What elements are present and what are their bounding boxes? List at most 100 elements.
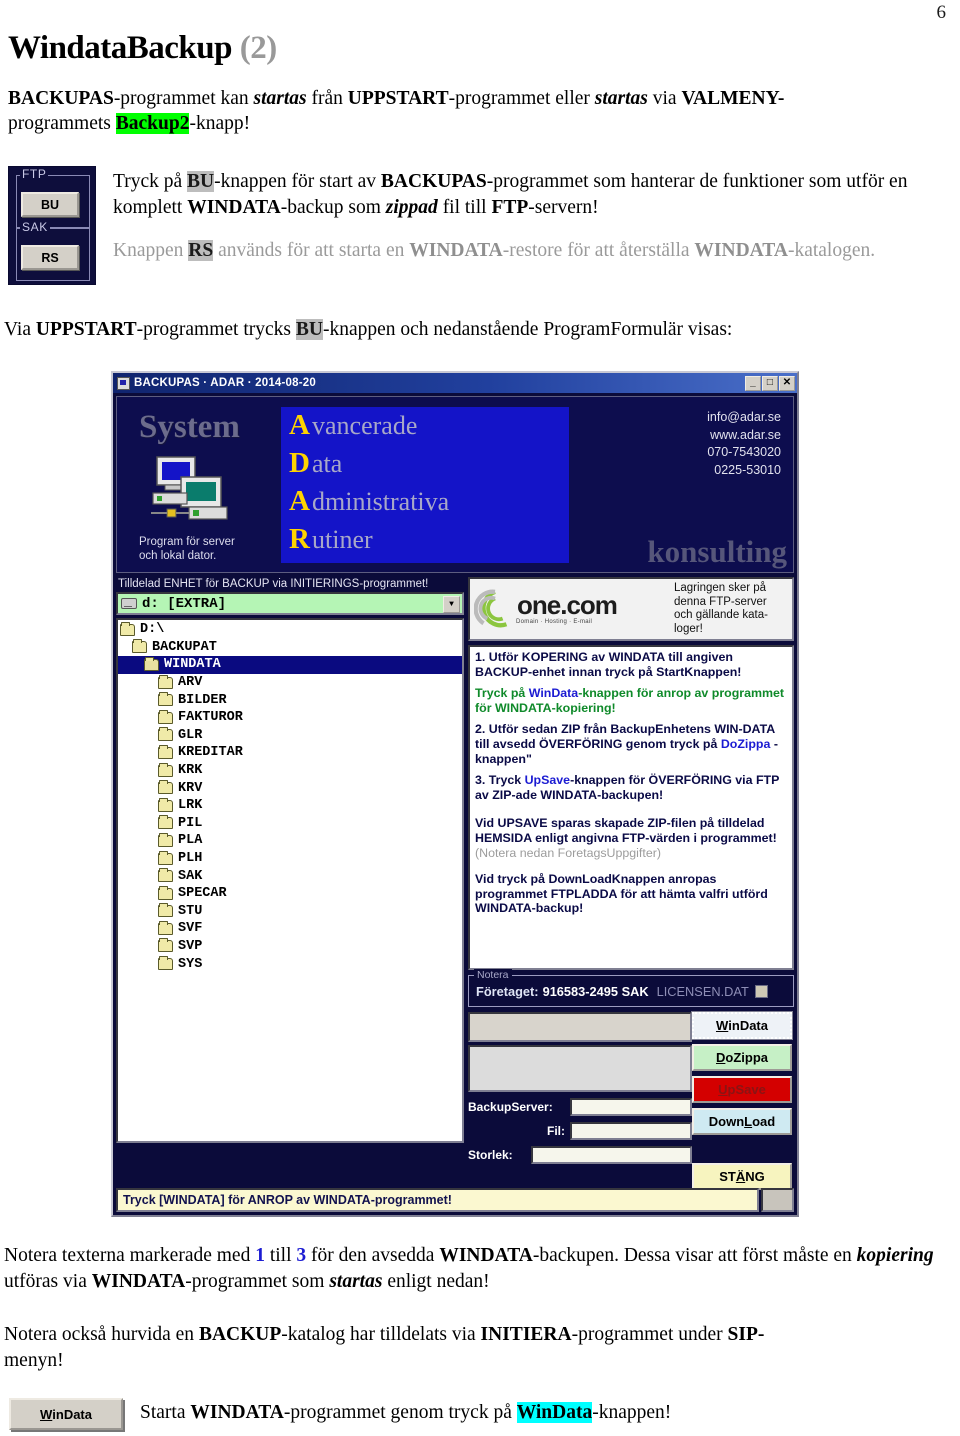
maximize-icon[interactable]: □	[762, 375, 778, 391]
tree-item-krk[interactable]: KRK	[118, 762, 462, 780]
tree-item-sys[interactable]: SYS	[118, 955, 462, 973]
onecom-swirl-icon	[474, 589, 508, 628]
instruction-upsave-note: Vid UPSAVE sparas skapade ZIP-filen på t…	[475, 816, 788, 860]
onecom-name: one.com	[517, 590, 618, 621]
pn1-num3: 3	[296, 1245, 307, 1266]
banner-contact-info: info@adar.se www.adar.se 070-7543020 022…	[707, 409, 781, 479]
tree-item-windata-selected[interactable]: WINDATA	[118, 656, 462, 674]
windata-button[interactable]: WinData	[691, 1011, 793, 1040]
pvia-t2: -programmet trycks	[136, 319, 296, 340]
bottom-windata-label: inData	[52, 1406, 92, 1422]
windata-button-label: inData	[728, 1018, 768, 1033]
folder-icon	[158, 744, 173, 759]
pn1-t4: -backupen. Dessa visar att först måste e…	[532, 1245, 857, 1266]
bottom-windata-button[interactable]: WinData	[9, 1398, 123, 1430]
ins4-t1: 3. Tryck	[475, 773, 525, 788]
pn2-t3: -programmet under	[571, 1324, 728, 1345]
log-field-bottom[interactable]	[468, 1045, 692, 1092]
tree-item-glr[interactable]: GLR	[118, 727, 462, 745]
stang-button-label: NG	[745, 1169, 765, 1184]
statusbar-grip	[761, 1188, 794, 1212]
dozippa-button[interactable]: DoZippa	[692, 1044, 792, 1071]
tree-item-lrk[interactable]: LRK	[118, 797, 462, 815]
dozippa-button-accel: D	[716, 1050, 726, 1065]
drive-select[interactable]: d: [EXTRA] ▼	[116, 592, 464, 615]
stang-button[interactable]: ST Ä NG	[692, 1163, 792, 1190]
tree-item-sak[interactable]: SAK	[118, 867, 462, 885]
onecom-note-l4: loger!	[674, 622, 703, 635]
windata-button-accel: W	[715, 1018, 729, 1033]
folder-tree[interactable]: D:\ BACKUPAT WINDATA ARV BILDER FAKTUROR…	[116, 618, 464, 1143]
prs-windata2: WINDATA	[694, 240, 788, 261]
fil-input[interactable]	[570, 1121, 692, 1140]
upsave-button[interactable]: UpSave	[692, 1076, 792, 1103]
page-title-main: WindataBackup	[8, 30, 232, 66]
adar-row: D ata	[289, 447, 569, 485]
computer-icon	[145, 455, 241, 534]
log-field-top[interactable]	[468, 1012, 692, 1042]
prs-t4: -katalogen.	[787, 240, 876, 261]
tree-item-arv[interactable]: ARV	[118, 674, 462, 692]
storlek-input[interactable]	[531, 1145, 692, 1164]
pbu-t6: -servern!	[528, 196, 599, 218]
tree-item-specar[interactable]: SPECAR	[118, 885, 462, 903]
tree-item-pla[interactable]: PLA	[118, 832, 462, 850]
pvia-t1: Via	[4, 319, 36, 340]
folder-icon	[144, 656, 159, 671]
folder-icon	[158, 797, 173, 812]
tree-item-label: FAKTUROR	[178, 710, 243, 726]
tree-item-label: KRV	[178, 780, 203, 796]
download-button[interactable]: Down Load	[692, 1108, 792, 1135]
tree-item-label: D:\	[140, 622, 165, 638]
sak-group-frame: SAK RS	[16, 220, 90, 281]
page-title-paren: (2)	[239, 30, 277, 66]
tree-item-kreditar[interactable]: KREDITAR	[118, 744, 462, 762]
tree-item-backupat[interactable]: BACKUPAT	[118, 639, 462, 657]
window-titlebar[interactable]: BACKUPAS · ADAR · 2014-08-20 _ □ ✕	[113, 373, 797, 393]
chevron-down-icon[interactable]: ▼	[443, 596, 460, 613]
pbu-t1: Tryck på	[113, 171, 188, 192]
pn1-t7: enligt nedan!	[382, 1270, 490, 1292]
banner-konsulting-word: konsulting	[647, 534, 787, 569]
pn1-t6: -programmet som	[185, 1270, 330, 1292]
tree-item-svf[interactable]: SVF	[118, 920, 462, 938]
foretaget-value: 916583-2495 SAK	[542, 984, 649, 999]
pn2-backup: BACKUP	[198, 1324, 282, 1345]
adar-row: A vancerade	[289, 409, 569, 447]
adar-row: R utiner	[289, 523, 569, 561]
tree-item-stu[interactable]: STU	[118, 903, 462, 921]
notera-group-label: Notera	[474, 969, 512, 981]
statusbar-text: Tryck [WINDATA] för ANROP av WINDATA-pro…	[116, 1188, 759, 1212]
folder-icon	[158, 850, 173, 865]
instruction-download-note: Vid tryck på DownLoadKnappen anropas pro…	[475, 872, 768, 916]
pbu-ftp: FTP	[491, 196, 529, 218]
tree-item-fakturor[interactable]: FAKTUROR	[118, 709, 462, 727]
tree-item-root[interactable]: D:\	[118, 621, 462, 639]
adar-cap: D	[289, 447, 310, 479]
bu-button[interactable]: BU	[21, 192, 79, 217]
pn1-startas: startas	[329, 1270, 383, 1292]
folder-icon	[158, 885, 173, 900]
tree-item-svp[interactable]: SVP	[118, 938, 462, 956]
window-title-text: BACKUPAS · ADAR · 2014-08-20	[134, 377, 316, 389]
tree-item-krv[interactable]: KRV	[118, 779, 462, 797]
folder-icon	[158, 868, 173, 883]
paragraph-bu: Tryck på BU-knappen för start av BACKUPA…	[113, 169, 938, 220]
folder-icon	[158, 938, 173, 953]
tree-item-bilder[interactable]: BILDER	[118, 691, 462, 709]
close-icon[interactable]: ✕	[779, 375, 795, 391]
dozippa-button-label: oZippa	[725, 1050, 768, 1065]
minimize-icon[interactable]: _	[745, 375, 761, 391]
rs-button[interactable]: RS	[21, 245, 79, 270]
pbu-t5: fil till	[437, 196, 492, 218]
tree-item-pil[interactable]: PIL	[118, 815, 462, 833]
pn1-num1: 1	[255, 1245, 265, 1266]
folder-icon	[158, 780, 173, 795]
backupserver-input[interactable]	[570, 1097, 692, 1116]
folder-icon	[158, 692, 173, 707]
ps-t3: -knappen!	[592, 1402, 672, 1423]
tree-item-plh[interactable]: PLH	[118, 850, 462, 868]
intro-paragraph: BACKUPAS-programmet kan startas från UPP…	[8, 86, 938, 136]
download-button-prefix: Down	[708, 1114, 745, 1129]
instruction-step-3: 3. Tryck UpSave-knappen för ÖVERFÖRING v…	[475, 773, 788, 802]
